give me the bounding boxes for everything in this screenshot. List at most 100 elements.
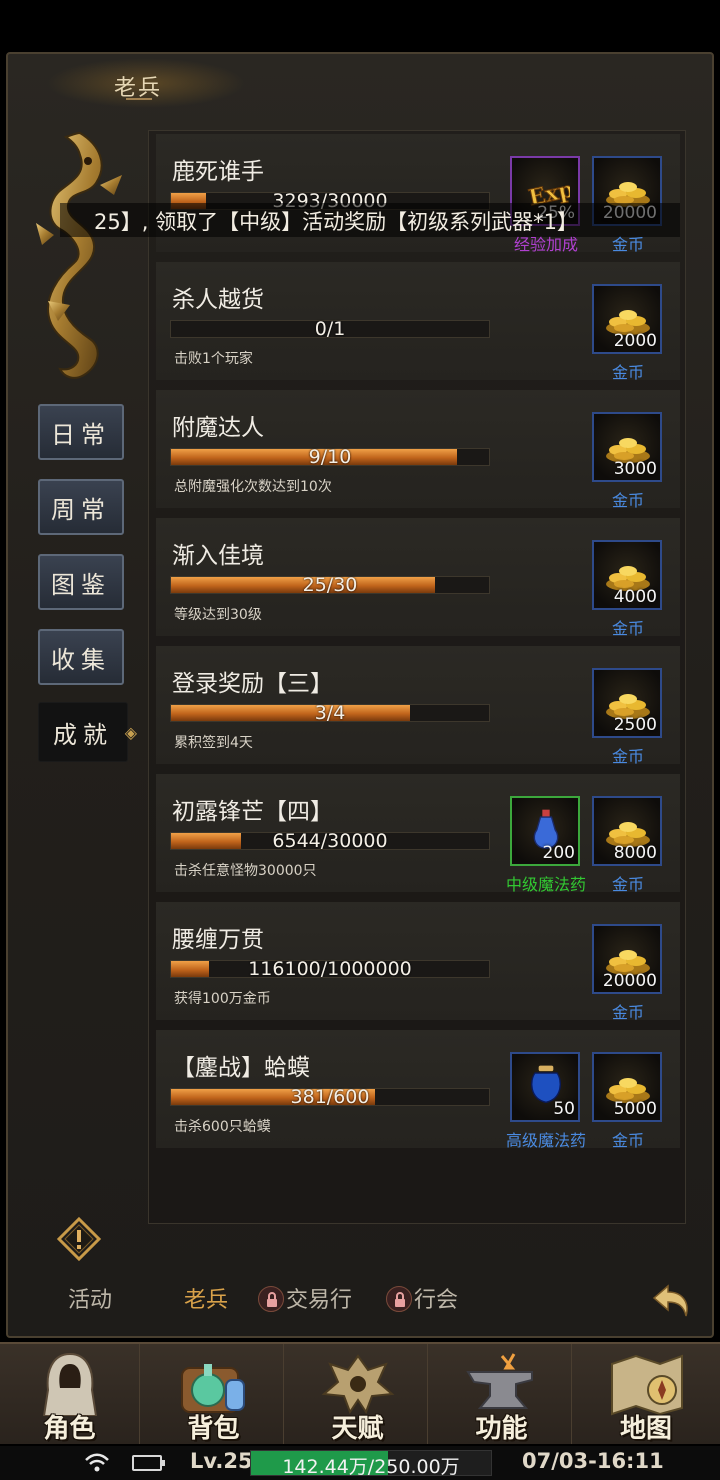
reward-slot-gold[interactable]: 8000: [592, 796, 662, 866]
lock-icon: [386, 1286, 412, 1312]
reward-count: 50: [553, 1099, 575, 1119]
achievement-description: 击杀任意怪物30000只: [174, 863, 317, 879]
character-icon: [42, 1352, 98, 1416]
achievement-title: 初露锋芒【四】: [172, 799, 333, 825]
achievement-description: 累积签到4天: [174, 735, 253, 751]
clock: 07/03-16:11: [522, 1449, 664, 1473]
bottom-tab-bar: 活动 老兵 交易行 行会: [20, 1270, 700, 1328]
reward-count: 2000: [613, 331, 657, 351]
nav-label: 天赋: [331, 1414, 384, 1444]
side-tab-label: 日常: [51, 420, 111, 449]
reward-count: 2500: [613, 715, 657, 735]
nav-bag[interactable]: 背包: [144, 1344, 284, 1444]
nav-talent[interactable]: 天赋: [288, 1344, 428, 1444]
title-ornament: [126, 98, 152, 106]
nav-function[interactable]: 功能: [432, 1344, 572, 1444]
reward-count: 4000: [613, 587, 657, 607]
reward-slot-gold[interactable]: 5000: [592, 1052, 662, 1122]
achievement-description: 等级达到30级: [174, 607, 262, 623]
anvil-icon: [466, 1353, 533, 1409]
achievement-row[interactable]: 杀人越货 0/1 击败1个玩家 2000 金币: [156, 262, 680, 382]
side-tab-collection-book[interactable]: 图鉴: [38, 554, 124, 610]
exp-bar: 142.44万/250.00万: [250, 1450, 492, 1478]
side-tab-collect[interactable]: 收集: [38, 629, 124, 685]
reward-label: 金币: [611, 1131, 644, 1150]
reward-label: 金币: [611, 747, 644, 766]
panel-title-bar: 老兵: [6, 52, 714, 118]
side-tab-weekly[interactable]: 周常: [38, 479, 124, 535]
achievement-title: 鹿死谁手: [172, 159, 264, 185]
achievement-description: 击败1个玩家: [174, 351, 253, 367]
bag-icon: [181, 1364, 245, 1413]
reward-label: 金币: [611, 1003, 644, 1022]
player-level: Lv.25: [190, 1449, 253, 1473]
achievement-title: 【鏖战】蛤蟆: [172, 1055, 310, 1081]
dragon-emblem-icon: [36, 131, 122, 379]
reward-slot-potion-high[interactable]: 50: [510, 1052, 580, 1122]
side-tab-achievement[interactable]: 成就 ◈: [38, 702, 137, 762]
status-bar: Lv.25 142.44万/250.00万 07/03-16:11: [0, 1446, 720, 1480]
achievement-row[interactable]: 登录奖励【三】 3/4 累积签到4天 2500 金币: [156, 646, 680, 766]
nav-map[interactable]: 地图: [576, 1344, 716, 1444]
back-arrow-icon[interactable]: [650, 1280, 694, 1320]
reward-slot-gold[interactable]: 4000: [592, 540, 662, 610]
achievement-progress-bar: 9/10: [170, 446, 490, 468]
achievement-description: 获得100万金币: [174, 991, 271, 1007]
lock-icon: [258, 1286, 284, 1312]
progress-text: 0/1: [314, 318, 346, 340]
reward-slot-potion-mid[interactable]: 200: [510, 796, 580, 866]
reward-slot-gold[interactable]: 2500: [592, 668, 662, 738]
tab-guild[interactable]: 行会: [386, 1282, 458, 1314]
map-icon: [611, 1354, 683, 1416]
selected-arrow-icon: ◈: [124, 723, 137, 742]
reward-label: 金币: [611, 619, 644, 638]
achievement-progress-bar: 6544/30000: [170, 830, 490, 852]
exp-text: 142.44万/250.00万: [282, 1456, 460, 1478]
side-tab-label: 周常: [51, 495, 111, 524]
achievement-row[interactable]: 渐入佳境 25/30 等级达到30级 4000 金币: [156, 518, 680, 638]
reward-label: 金币: [611, 491, 644, 510]
tab-trading-house[interactable]: 交易行: [258, 1282, 352, 1314]
battery-icon: [132, 1455, 165, 1471]
tab-activity[interactable]: 活动: [68, 1282, 112, 1314]
tab-label: 交易行: [286, 1288, 353, 1313]
side-tab-label: 收集: [51, 645, 111, 674]
nav-character[interactable]: 角色: [0, 1344, 140, 1444]
progress-text: 9/10: [308, 446, 352, 468]
reward-slot-gold[interactable]: 2000: [592, 284, 662, 354]
achievement-row[interactable]: 腰缠万贯 116100/1000000 获得100万金币 20000 金币: [156, 902, 680, 1022]
main-nav-bar: 角色 背包 天赋 功能 地图: [0, 1342, 720, 1444]
reward-slot-gold[interactable]: 3000: [592, 412, 662, 482]
tab-veteran[interactable]: 老兵: [184, 1282, 228, 1314]
side-tab-label: 图鉴: [51, 570, 111, 599]
achievement-row[interactable]: 初露锋芒【四】 6544/30000 击杀任意怪物30000只 200 中级魔法药 800…: [156, 774, 680, 894]
nav-label: 地图: [619, 1414, 672, 1444]
reward-count: 200: [542, 843, 575, 863]
reward-label: 金币: [611, 875, 644, 894]
reward-slot-gold[interactable]: 20000: [592, 924, 662, 994]
tab-label: 老兵: [184, 1288, 229, 1313]
achievement-title: 腰缠万贯: [172, 927, 264, 953]
achievement-title: 登录奖励【三】: [172, 671, 333, 697]
tab-label: 活动: [68, 1288, 113, 1313]
progress-text: 3/4: [314, 702, 346, 724]
progress-text: 6544/30000: [272, 830, 388, 852]
achievement-progress-bar: 3/4: [170, 702, 490, 724]
talent-icon: [321, 1354, 395, 1415]
nav-label: 角色: [43, 1414, 96, 1444]
progress-text: 116100/1000000: [248, 958, 412, 980]
achievement-title: 渐入佳境: [172, 543, 264, 569]
achievement-progress-bar: 381/600: [170, 1086, 490, 1108]
achievement-description: 击杀600只蛤蟆: [174, 1119, 271, 1135]
achievement-row[interactable]: 附魔达人 9/10 总附魔强化次数达到10次 3000 金币: [156, 390, 680, 510]
progress-text: 25/30: [302, 574, 358, 596]
warning-icon[interactable]: [56, 1216, 102, 1262]
achievement-row[interactable]: 【鏖战】蛤蟆 381/600 击杀600只蛤蟆 50 高级魔法药 5000 金币: [156, 1030, 680, 1150]
side-tab-daily[interactable]: 日常: [38, 404, 124, 460]
achievement-description: 总附魔强化次数达到10次: [174, 479, 332, 495]
progress-text: 381/600: [290, 1086, 370, 1108]
achievement-title: 附魔达人: [172, 415, 264, 441]
nav-label: 背包: [187, 1414, 240, 1444]
side-tab-label: 成就: [53, 720, 113, 749]
reward-label: 金币: [611, 363, 644, 382]
